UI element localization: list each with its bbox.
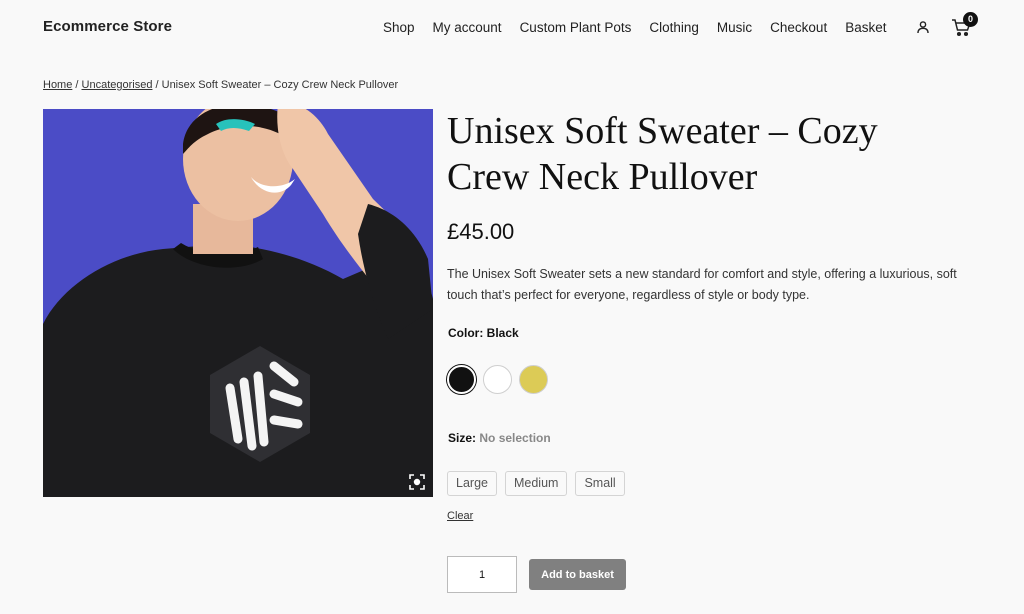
- site-header: Ecommerce Store Shop My account Custom P…: [0, 0, 1024, 56]
- quantity-input[interactable]: [447, 556, 517, 593]
- color-value: Black: [486, 326, 519, 340]
- product-price: £45.00: [447, 219, 515, 244]
- color-label-row: Color: Black: [448, 326, 519, 340]
- breadcrumb-category[interactable]: Uncategorised: [82, 79, 153, 91]
- nav-basket[interactable]: Basket: [845, 20, 886, 35]
- swatch-black[interactable]: [447, 365, 476, 394]
- size-label: Size:: [448, 431, 477, 445]
- cart-count-badge: 0: [963, 12, 978, 27]
- product-description: The Unisex Soft Sweater sets a new stand…: [447, 267, 957, 302]
- product-title: Unisex Soft Sweater – Cozy Crew Neck Pul…: [447, 110, 878, 198]
- breadcrumb: Home / Uncategorised / Unisex Soft Sweat…: [43, 79, 398, 91]
- swatch-yellow[interactable]: [519, 365, 548, 394]
- site-title[interactable]: Ecommerce Store: [43, 18, 172, 35]
- nav-shop[interactable]: Shop: [383, 20, 415, 35]
- size-small-button[interactable]: Small: [575, 471, 625, 496]
- size-large-button[interactable]: Large: [447, 471, 497, 496]
- nav-music[interactable]: Music: [717, 20, 752, 35]
- size-options: Large Medium Small: [447, 471, 633, 496]
- main-nav: Shop My account Custom Plant Pots Clothi…: [383, 20, 904, 35]
- breadcrumb-separator: /: [72, 79, 82, 91]
- breadcrumb-current: Unisex Soft Sweater – Cozy Crew Neck Pul…: [161, 79, 399, 91]
- zoom-icon[interactable]: [409, 474, 425, 490]
- size-value: No selection: [479, 431, 551, 445]
- size-medium-button[interactable]: Medium: [504, 471, 568, 496]
- size-label-row: Size: No selection: [448, 431, 551, 445]
- swatch-white[interactable]: [483, 365, 512, 394]
- breadcrumb-home[interactable]: Home: [43, 79, 72, 91]
- product-image[interactable]: [43, 109, 433, 497]
- nav-my-account[interactable]: My account: [433, 20, 502, 35]
- user-icon[interactable]: [916, 20, 930, 34]
- nav-clothing[interactable]: Clothing: [649, 20, 699, 35]
- clear-selection-link[interactable]: Clear: [447, 510, 473, 522]
- nav-checkout[interactable]: Checkout: [770, 20, 827, 35]
- color-swatches: [447, 365, 555, 394]
- nav-custom-plant-pots[interactable]: Custom Plant Pots: [520, 20, 632, 35]
- color-label: Color:: [448, 326, 484, 340]
- add-to-basket-button[interactable]: Add to basket: [529, 559, 626, 590]
- breadcrumb-separator: /: [152, 79, 162, 91]
